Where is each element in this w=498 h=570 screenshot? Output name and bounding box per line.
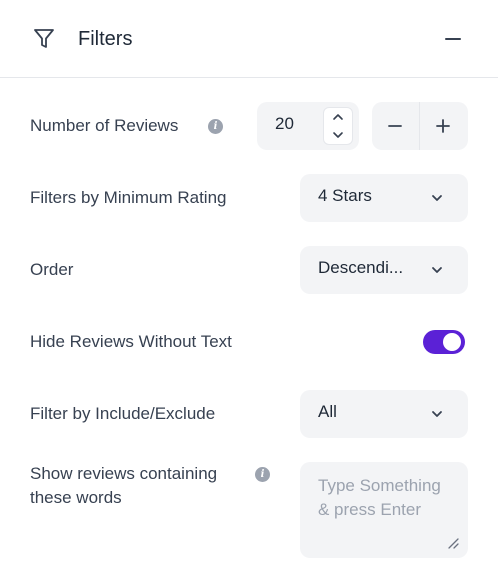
- panel-title: Filters: [78, 28, 133, 50]
- chevron-up-icon: [333, 114, 343, 120]
- order-value: Descendi...: [318, 258, 404, 277]
- number-spinner: [323, 107, 353, 145]
- order-select[interactable]: Descendi...: [300, 246, 468, 294]
- contains-words-label: Show reviews containing: [30, 464, 218, 483]
- minimum-rating-label: Filters by Minimum Rating: [30, 188, 227, 207]
- minimum-rating-value: 4 Stars: [318, 186, 372, 205]
- info-icon[interactable]: i: [255, 467, 270, 482]
- order-label: Order: [30, 260, 74, 279]
- chevron-down-icon: [432, 195, 442, 201]
- plus-icon: [436, 119, 450, 133]
- include-exclude-value: All: [318, 402, 337, 421]
- number-of-reviews-input[interactable]: 20: [257, 102, 359, 150]
- include-exclude-select[interactable]: All: [300, 390, 468, 438]
- spin-up-button[interactable]: [324, 108, 352, 126]
- keywords-textarea[interactable]: [300, 462, 468, 558]
- number-of-reviews-label: Number of Reviews: [30, 116, 179, 135]
- decrement-button[interactable]: [372, 102, 419, 150]
- filters-header: Filters: [0, 0, 498, 78]
- hide-reviews-label: Hide Reviews Without Text: [30, 332, 232, 351]
- minimum-rating-select[interactable]: 4 Stars: [300, 174, 468, 222]
- collapse-button[interactable]: [440, 26, 466, 52]
- spin-down-button[interactable]: [324, 126, 352, 144]
- chevron-down-icon: [432, 267, 442, 273]
- include-exclude-label: Filter by Include/Exclude: [30, 404, 216, 423]
- number-of-reviews-value[interactable]: 20: [275, 114, 294, 134]
- increment-button[interactable]: [420, 102, 467, 150]
- resize-handle-icon[interactable]: [446, 536, 460, 550]
- minus-icon: [388, 125, 402, 127]
- chevron-down-icon: [432, 411, 442, 417]
- toggle-knob: [443, 333, 461, 351]
- quantity-stepper: [372, 102, 468, 150]
- hide-reviews-toggle[interactable]: [423, 330, 465, 354]
- chevron-down-icon: [333, 132, 343, 138]
- contains-words-label-line2: these words: [30, 488, 122, 507]
- info-icon[interactable]: i: [208, 119, 223, 134]
- funnel-icon: [34, 29, 54, 48]
